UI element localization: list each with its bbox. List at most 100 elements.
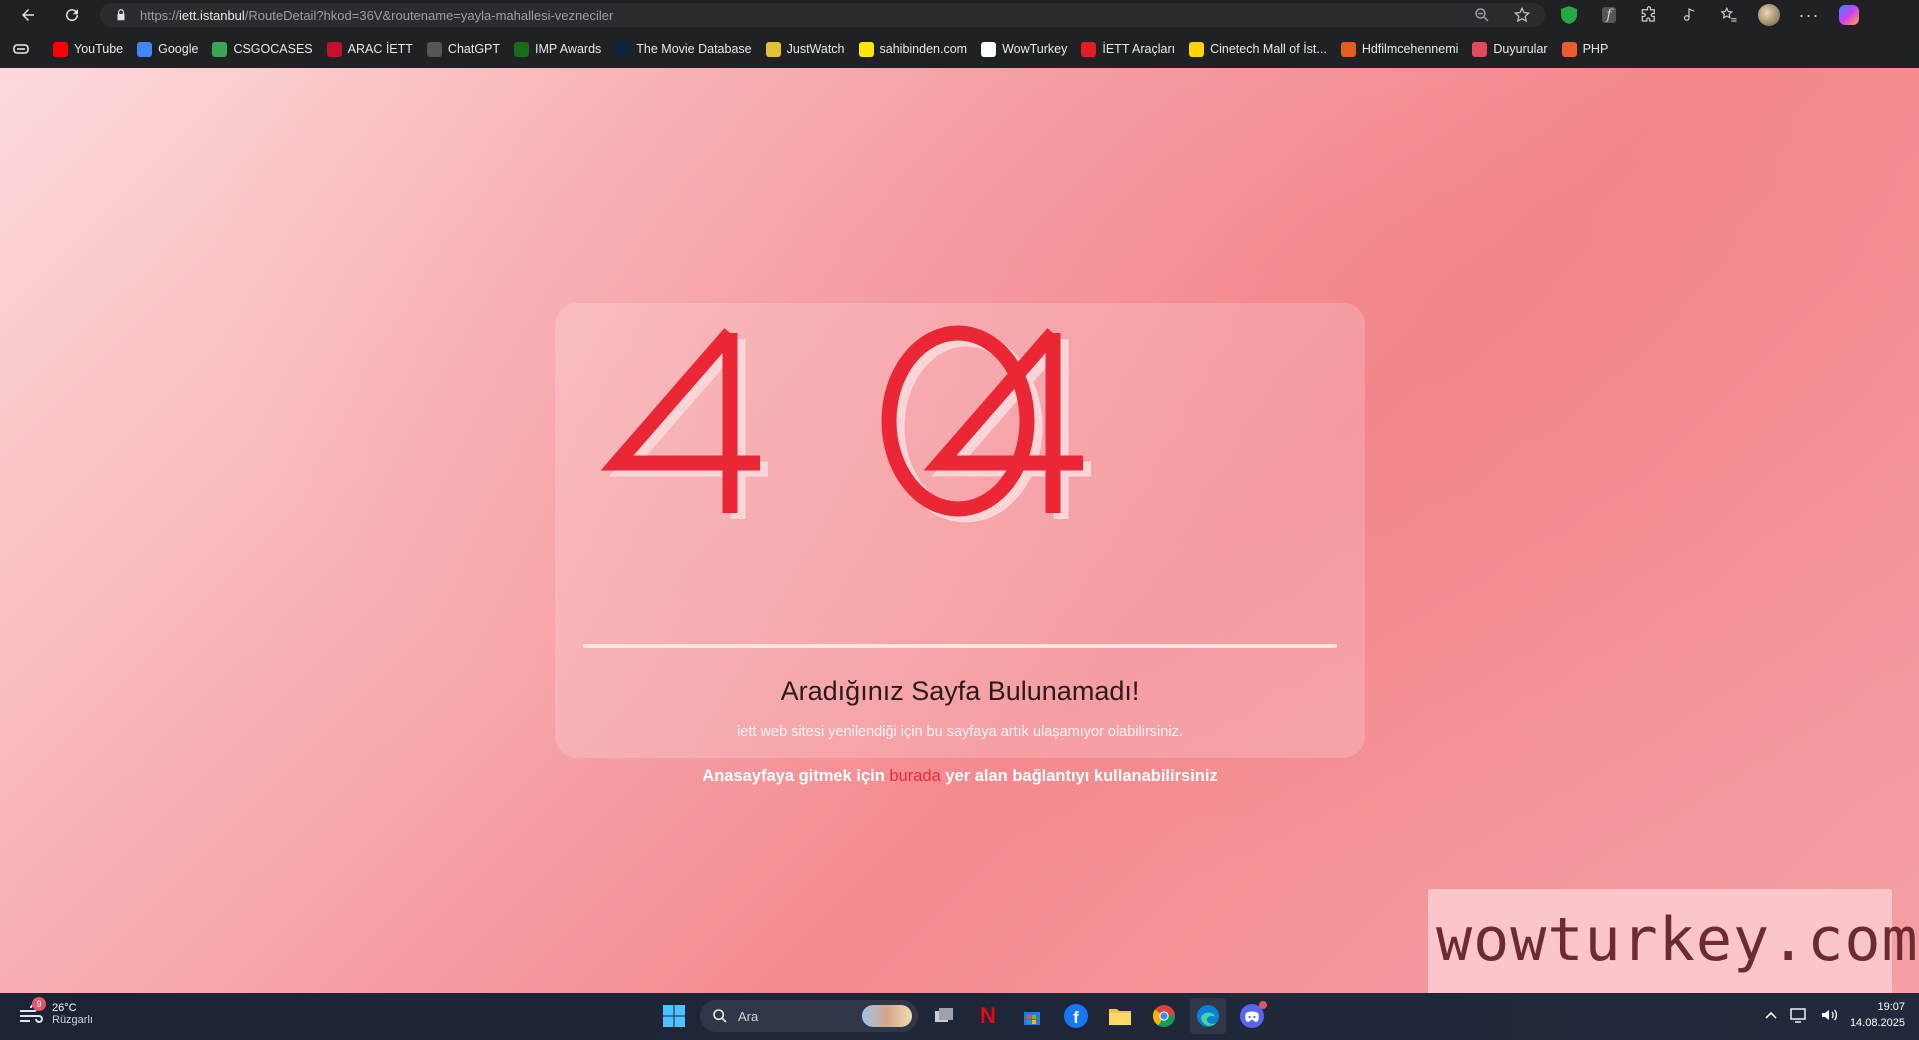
lock-icon — [117, 9, 125, 21]
bookmark-label: JustWatch — [786, 42, 845, 56]
extensions-puzzle-icon[interactable] — [1638, 4, 1660, 26]
watermark-text: wowturkey.com — [1436, 905, 1919, 975]
copilot-icon[interactable] — [1838, 4, 1860, 26]
wind-icon: 9 — [18, 997, 46, 1027]
divider — [583, 644, 1337, 648]
zoom-out-icon[interactable] — [1473, 6, 1491, 24]
microsoft-store-icon[interactable] — [1014, 998, 1050, 1034]
bookmark-item[interactable]: YouTube — [46, 36, 130, 62]
profile-avatar[interactable] — [1758, 4, 1780, 26]
clock-time: 19:07 — [1877, 1001, 1905, 1013]
homepage-link[interactable]: burada — [889, 767, 940, 785]
error-card: 404 Aradığınız Sayfa Bulunamadı! iett we… — [555, 303, 1365, 785]
media-extension-icon[interactable] — [1678, 4, 1700, 26]
weather-widget[interactable]: 9 26°C Rüzgarlı — [18, 997, 93, 1027]
bookmark-item[interactable]: Hdfilmcehennemi — [1334, 36, 1466, 62]
url-path: /RouteDetail?hkod=36V&routename=yayla-ma… — [244, 7, 614, 23]
taskbar-search[interactable]: Ara — [700, 1000, 918, 1032]
back-button[interactable] — [14, 1, 42, 29]
more-menu-icon[interactable]: ··· — [1798, 4, 1820, 26]
bookmark-item[interactable]: IMP Awards — [507, 36, 608, 62]
discord-icon[interactable] — [1234, 998, 1270, 1034]
wowturkey-icon — [981, 41, 997, 57]
clock[interactable]: 19:07 14.08.2025 — [1850, 999, 1905, 1031]
bookmark-label: sahibinden.com — [879, 42, 968, 56]
address-bar[interactable]: https://iett.istanbul/RouteDetail?hkod=3… — [100, 3, 1545, 27]
bookmark-label: YouTube — [74, 42, 124, 56]
page-content: 404 Aradığınız Sayfa Bulunamadı! iett we… — [0, 68, 1919, 993]
error-code-graphic: 404 — [600, 325, 1091, 523]
bookmark-label: IMP Awards — [535, 42, 602, 56]
bookmark-item[interactable]: Cinetech Mall of İst... — [1182, 36, 1334, 62]
csgocases-icon — [212, 41, 228, 57]
bookmark-label: PHP — [1582, 42, 1609, 56]
script-extension-icon[interactable]: f — [1598, 4, 1620, 26]
favorite-star-icon[interactable] — [1513, 6, 1531, 24]
error-title: Aradığınız Sayfa Bulunamadı! — [780, 676, 1140, 706]
url-scheme: https:// — [140, 7, 180, 23]
bookmark-item[interactable]: CSGOCASES — [205, 36, 319, 62]
watermark-logo: wowturkey.com — [1428, 889, 1918, 993]
bookmark-label: The Movie Database — [636, 42, 752, 56]
search-icon — [713, 1009, 727, 1023]
iett-bus-icon — [1081, 41, 1097, 57]
cta-text-before: Anasayfaya gitmek için — [702, 767, 885, 785]
favorites-list-icon[interactable] — [1718, 4, 1740, 26]
bookmarks-bar: YouTube Google CSGOCASES ARAC İETT ChatGPT IM… — [0, 30, 1919, 68]
duyurular-icon — [1472, 41, 1488, 57]
homepage-hint: Anasayfaya gitmek için burada yer alan b… — [555, 767, 1365, 786]
bookmark-label: Google — [158, 42, 199, 56]
cta-text-after: yer alan bağlantıyı kullanabilirsiniz — [945, 767, 1218, 785]
bookmark-item[interactable]: JustWatch — [759, 36, 852, 62]
php-icon — [1561, 41, 1577, 57]
cinetech-icon — [1189, 41, 1205, 57]
bookmark-label: Cinetech Mall of İst... — [1210, 42, 1327, 56]
netflix-icon[interactable]: N — [970, 998, 1006, 1034]
reload-icon — [66, 9, 79, 22]
reload-button[interactable] — [58, 1, 86, 29]
bookmark-item[interactable]: Duyurular — [1465, 36, 1554, 62]
weather-temp: 26°C — [52, 1002, 77, 1014]
system-tray: 19:07 14.08.2025 — [1764, 999, 1905, 1031]
bookmark-label: Duyurular — [1493, 42, 1548, 56]
bookmark-item[interactable]: ARAC İETT — [320, 36, 420, 62]
url-text[interactable]: https://iett.istanbul/RouteDetail?hkod=3… — [140, 8, 613, 23]
bookmark-item[interactable]: ChatGPT — [420, 36, 507, 62]
bookmark-label: İETT Araçları — [1102, 42, 1176, 56]
bookmark-label: ChatGPT — [447, 42, 501, 56]
imp-icon — [514, 41, 530, 57]
bookmark-item[interactable]: İETT Araçları — [1074, 36, 1182, 62]
digit-0 — [881, 325, 1035, 517]
network-icon[interactable] — [1790, 1007, 1808, 1023]
weather-badge: 9 — [32, 997, 46, 1011]
google-icon — [137, 41, 153, 57]
windows-logo-icon — [663, 1005, 685, 1027]
bookmark-label: Hdfilmcehennemi — [1361, 42, 1459, 56]
bookmark-label: WowTurkey — [1002, 42, 1068, 56]
youtube-icon — [53, 41, 68, 57]
browser-toolbar: https://iett.istanbul/RouteDetail?hkod=3… — [0, 0, 1919, 30]
file-explorer-icon[interactable] — [1102, 998, 1138, 1034]
justwatch-icon — [765, 41, 781, 57]
clock-date: 14.08.2025 — [1849, 1017, 1905, 1029]
bookmark-item[interactable]: Google — [130, 36, 205, 62]
task-view-icon[interactable] — [926, 998, 962, 1034]
bookmarks-menu-icon[interactable] — [10, 38, 32, 60]
search-placeholder: Ara — [738, 1008, 759, 1024]
windows-taskbar: 9 26°C Rüzgarlı Ara N f 19:07 14.08.2025 — [0, 993, 1919, 1040]
bookmark-item[interactable]: WowTurkey — [974, 36, 1074, 62]
tmdb-icon — [615, 41, 631, 57]
shield-extension-icon[interactable] — [1558, 4, 1580, 26]
volume-icon[interactable] — [1820, 1007, 1838, 1023]
chrome-icon[interactable] — [1146, 998, 1182, 1034]
edge-icon[interactable] — [1190, 998, 1226, 1034]
hdfilm-icon — [1340, 41, 1356, 57]
weather-desc: Rüzgarlı — [52, 1014, 93, 1026]
bookmark-item[interactable]: The Movie Database — [608, 36, 758, 62]
start-button[interactable] — [656, 998, 692, 1034]
chevron-up-icon[interactable] — [1764, 1008, 1778, 1022]
bookmark-item[interactable]: PHP — [1555, 36, 1616, 62]
iett-icon — [326, 41, 342, 57]
facebook-icon[interactable]: f — [1058, 998, 1094, 1034]
bookmark-item[interactable]: sahibinden.com — [852, 36, 975, 62]
